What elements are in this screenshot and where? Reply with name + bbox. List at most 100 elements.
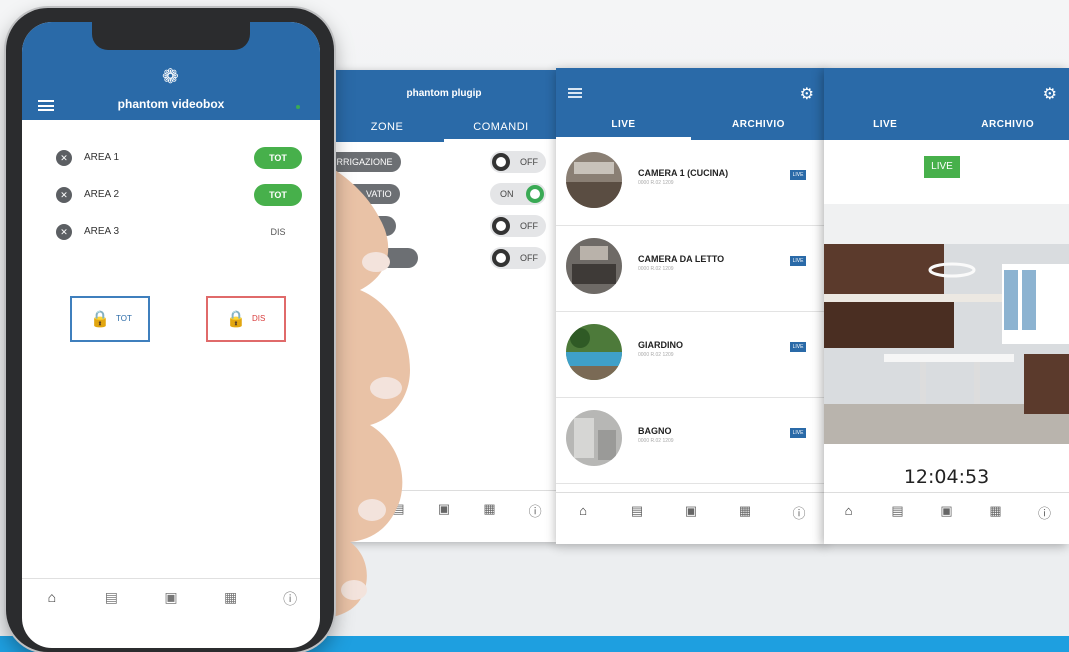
toggle-knob xyxy=(492,153,510,171)
area-name: AREA 2 xyxy=(84,189,120,200)
list-item[interactable]: GIARDINO 0000 R.02 1209 LIVE xyxy=(556,312,826,398)
home-icon: ⌂ xyxy=(579,503,587,518)
camera-icon: ▣ xyxy=(940,503,953,518)
toggle-state: ON xyxy=(500,189,514,199)
nav-events[interactable]: ▦ xyxy=(718,493,772,544)
events-icon: ▦ xyxy=(483,501,496,516)
plugip-toggle[interactable]: OFF xyxy=(490,215,546,237)
toggle-knob xyxy=(492,217,510,235)
nav-home[interactable]: ⌂ xyxy=(22,579,82,638)
lock-icon: 🔒 xyxy=(90,311,110,328)
camera-icon: ▣ xyxy=(684,503,698,518)
camera-name: GIARDINO xyxy=(638,340,683,350)
tab-archivio[interactable]: ARCHIVIO xyxy=(691,114,826,140)
lock-icon: ▤ xyxy=(891,503,904,518)
tab-live[interactable]: LIVE xyxy=(824,114,947,140)
close-icon[interactable]: ✕ xyxy=(56,224,72,240)
videobox-title: phantom videobox xyxy=(117,97,225,111)
nav-info[interactable]: ⓘ xyxy=(260,579,320,638)
home-icon: ⌂ xyxy=(844,503,853,518)
events-icon: ▦ xyxy=(738,503,752,518)
live-view-header: ⚙ LIVE ARCHIVIO xyxy=(824,68,1069,140)
camera-thumbnail xyxy=(566,238,622,294)
camera-thumbnail xyxy=(566,152,622,208)
live-view-screen: ⚙ LIVE ARCHIVIO LIVE 12:04:53 ⌂ ▤ ▣ ▦ ⓘ xyxy=(824,68,1069,544)
plugip-header: phantom plugip ZONE COMANDI xyxy=(330,70,558,142)
plugip-toggle[interactable]: OFF xyxy=(490,247,546,269)
nav-camera[interactable]: ▣ xyxy=(922,493,971,544)
camera-thumbnail xyxy=(566,410,622,466)
nav-lock[interactable]: ▤ xyxy=(610,493,664,544)
nav-info[interactable]: ⓘ xyxy=(512,491,558,542)
toggle-state: OFF xyxy=(520,253,538,263)
camera-thumbnail xyxy=(566,324,622,380)
list-item[interactable]: CAMERA DA LETTO 0000 R.02 1209 LIVE xyxy=(556,226,826,312)
nav-camera[interactable]: ▣ xyxy=(664,493,718,544)
bottom-nav: ⌂ ▤ ▣ ▦ ⓘ xyxy=(22,578,320,638)
list-item[interactable]: BAGNO 0000 R.02 1209 LIVE xyxy=(556,398,826,484)
plugip-title: phantom plugip xyxy=(406,88,482,99)
disarm-button[interactable]: 🔒 DIS xyxy=(206,296,286,342)
area-state-badge[interactable]: TOT xyxy=(254,184,302,206)
area-name: AREA 1 xyxy=(84,152,120,163)
camera-sub: 0000 R.02 1209 xyxy=(638,266,674,272)
tab-zone[interactable]: ZONE xyxy=(330,116,444,142)
phone-notch xyxy=(92,22,250,50)
area-state-badge[interactable]: TOT xyxy=(254,147,302,169)
tab-live[interactable]: LIVE xyxy=(556,114,691,140)
disarm-label: DIS xyxy=(252,314,266,323)
videobox-screen: ❁ phantom videobox ✕ AREA 1 TOT ✕ AREA 2… xyxy=(22,22,320,648)
home-icon: ⌂ xyxy=(47,589,57,605)
phantom-logo-icon: ❁ xyxy=(162,66,179,88)
events-icon: ▦ xyxy=(989,503,1002,518)
toggle-knob xyxy=(526,185,544,203)
live-badge: LIVE xyxy=(924,156,960,178)
nav-home[interactable]: ⌂ xyxy=(824,493,873,544)
close-icon[interactable]: ✕ xyxy=(56,187,72,203)
nav-events[interactable]: ▦ xyxy=(467,491,513,542)
nav-lock[interactable]: ▤ xyxy=(82,579,142,638)
bottom-nav: ⌂ ▤ ▣ ▦ ⓘ xyxy=(556,492,826,544)
menu-icon[interactable] xyxy=(568,88,582,98)
nav-events[interactable]: ▦ xyxy=(971,493,1020,544)
info-icon: ⓘ xyxy=(792,506,806,521)
arm-tot-button[interactable]: 🔒 TOT xyxy=(70,296,150,342)
camera-sub: 0000 R.02 1209 xyxy=(638,438,674,444)
status-dot xyxy=(296,105,300,109)
nav-camera[interactable]: ▣ xyxy=(141,579,201,638)
area-name: AREA 3 xyxy=(84,226,120,237)
toggle-state: OFF xyxy=(520,221,538,231)
camera-sub: 0000 R.02 1209 xyxy=(638,352,674,358)
plugip-toggle[interactable]: ON xyxy=(490,183,546,205)
toggle-state: OFF xyxy=(520,157,538,167)
nav-home[interactable]: ⌂ xyxy=(556,493,610,544)
nav-info[interactable]: ⓘ xyxy=(1020,493,1069,544)
plugip-toggle[interactable]: OFF xyxy=(490,151,546,173)
bottom-nav: ⌂ ▤ ▣ ▦ ⓘ xyxy=(824,492,1069,544)
area-state-badge[interactable]: DIS xyxy=(254,221,302,243)
live-badge[interactable]: LIVE xyxy=(790,428,806,438)
camera-name: CAMERA DA LETTO xyxy=(638,254,725,264)
live-badge[interactable]: LIVE xyxy=(790,342,806,352)
close-icon[interactable]: ✕ xyxy=(56,150,72,166)
gear-icon[interactable]: ⚙ xyxy=(1043,84,1057,104)
live-clock: 12:04:53 xyxy=(903,466,990,488)
gear-icon[interactable]: ⚙ xyxy=(800,84,814,104)
phone-frame: ❁ phantom videobox ✕ AREA 1 TOT ✕ AREA 2… xyxy=(6,8,334,652)
tab-archivio[interactable]: ARCHIVIO xyxy=(947,114,1069,140)
lock-icon: ▤ xyxy=(104,589,118,605)
tab-comandi[interactable]: COMANDI xyxy=(444,116,558,142)
live-badge[interactable]: LIVE xyxy=(790,170,806,180)
info-icon: ⓘ xyxy=(1037,506,1051,521)
arm-tot-label: TOT xyxy=(116,314,132,323)
live-badge[interactable]: LIVE xyxy=(790,256,806,266)
camera-list-header: ⚙ LIVE ARCHIVIO xyxy=(556,68,826,140)
nav-info[interactable]: ⓘ xyxy=(772,493,826,544)
camera-name: BAGNO xyxy=(638,426,672,436)
info-icon: ⓘ xyxy=(283,591,298,607)
lock-icon: 🔒 xyxy=(226,311,246,328)
nav-events[interactable]: ▦ xyxy=(201,579,261,638)
list-item[interactable]: CAMERA 1 (CUCINA) 0000 R.02 1209 LIVE xyxy=(556,140,826,226)
camera-sub: 0000 R.02 1209 xyxy=(638,180,674,186)
nav-lock[interactable]: ▤ xyxy=(873,493,922,544)
